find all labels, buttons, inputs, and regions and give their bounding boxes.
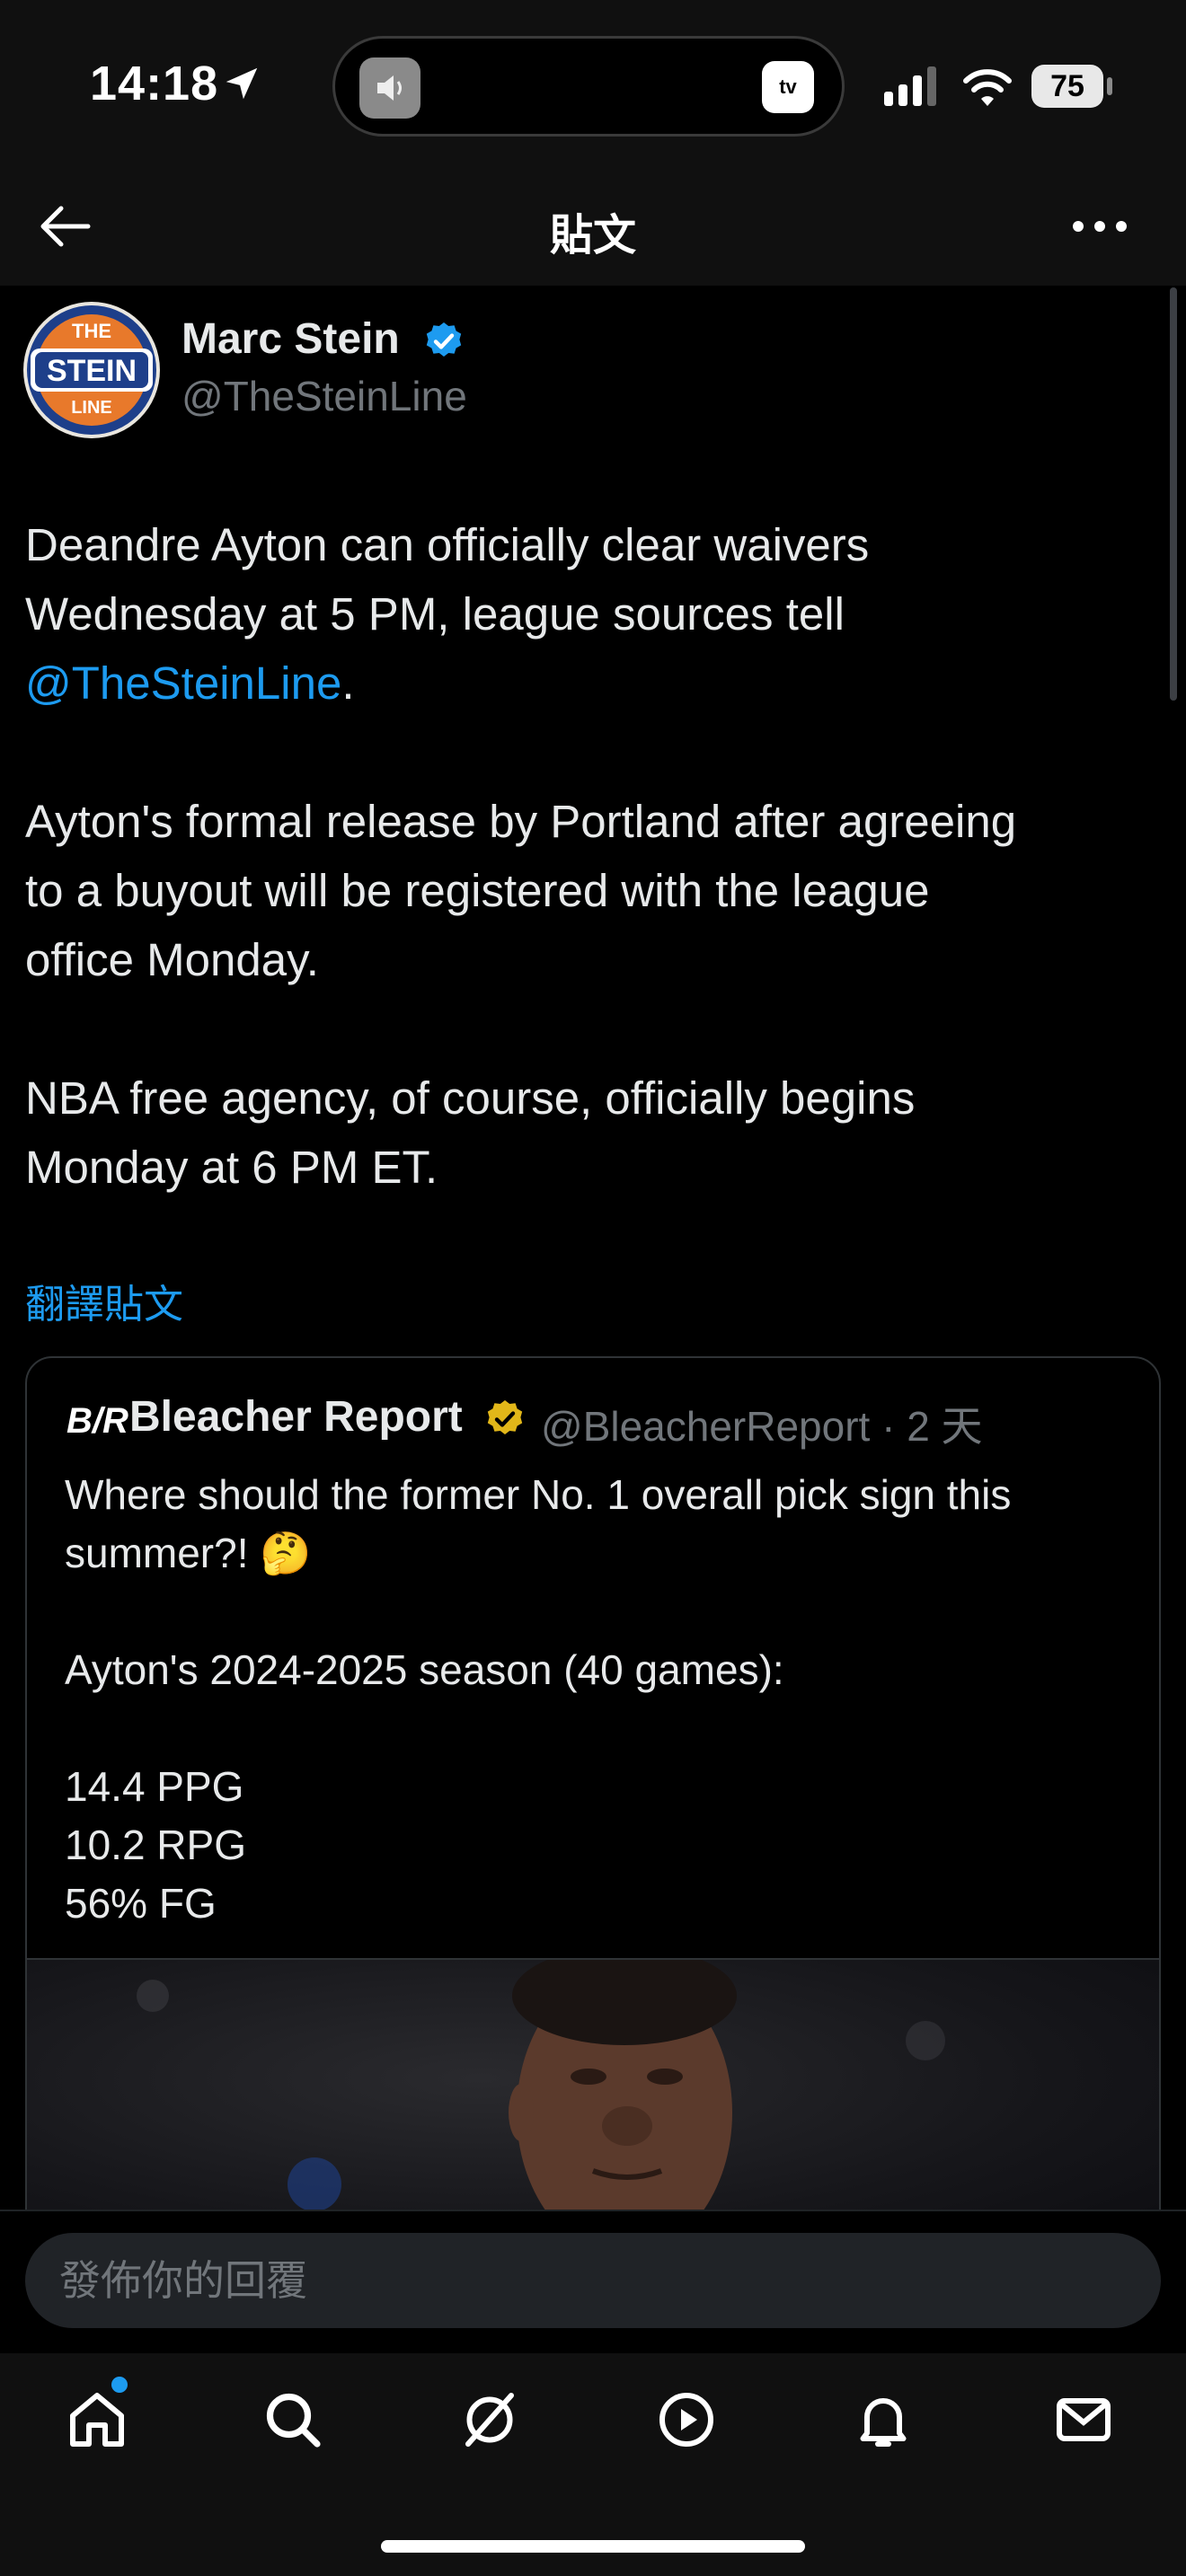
avatar-line-bottom: LINE [71,398,112,418]
battery-indicator: 75 [1031,65,1103,108]
quoted-text-line: Ayton's 2024-2025 season (40 games): [65,1646,784,1693]
home-indicator[interactable] [381,2540,805,2553]
wifi-icon [963,69,1012,106]
quoted-author-name[interactable]: Bleacher Report [129,1392,463,1442]
mention-link[interactable]: @TheSteinLine [25,657,341,709]
home-icon[interactable] [59,2382,135,2457]
notifications-icon[interactable] [845,2382,921,2457]
battery-tip [1107,77,1112,95]
avatar-line-middle: STEIN [47,354,137,388]
quoted-text-line: Where should the former No. 1 overall pi… [65,1471,1012,1518]
more-options-icon[interactable] [1067,208,1132,244]
back-arrow-icon[interactable] [34,199,97,253]
apple-tv-icon: tv [762,61,814,113]
tweet-text-line: Deandre Ayton can officially clear waive… [25,519,870,570]
avatar[interactable]: THE STEIN LINE [23,302,160,438]
video-icon[interactable] [649,2382,724,2457]
gold-verified-badge-icon [487,1400,523,1434]
verified-badge-icon[interactable] [422,320,465,363]
status-time: 14:18 [90,57,219,110]
location-arrow-icon [226,67,258,100]
bleacher-report-logo: B/R [66,1401,128,1441]
quoted-text-line: 56% FG [65,1880,217,1927]
scrollbar[interactable] [1170,287,1177,701]
quoted-text-line: summer?! 🤔 [65,1530,312,1576]
tweet-text-line: to a buyout will be registered with the … [25,865,930,916]
grok-icon[interactable] [452,2382,527,2457]
tweet-text-line: @TheSteinLine. [25,648,1166,718]
speaker-icon [359,57,420,119]
search-icon[interactable] [255,2382,331,2457]
tweet-text-line: Ayton's formal release by Portland after… [25,796,1017,847]
quoted-text-line: 14.4 PPG [65,1763,244,1810]
reply-input[interactable] [25,2233,1161,2328]
author-name[interactable]: Marc Stein [181,314,400,364]
messages-icon[interactable] [1046,2382,1121,2457]
tweet-text-line: office Monday. [25,934,319,985]
avatar-line-top: THE [72,320,111,342]
quoted-handle-and-time: @BleacherReport · 2 天 [541,1403,983,1450]
tweet-text-line: NBA free agency, of course, officially b… [25,1072,916,1124]
tweet-text-line: Monday at 6 PM ET. [25,1142,438,1193]
quoted-text-line: 10.2 RPG [65,1822,246,1868]
page-title: 貼文 [549,212,636,260]
cellular-signal-icon [884,66,936,106]
author-handle[interactable]: @TheSteinLine [181,372,467,420]
unread-dot [111,2377,128,2393]
tweet-text-line: Wednesday at 5 PM, league sources tell [25,588,845,640]
translate-post-link[interactable]: 翻譯貼文 [25,1272,183,1329]
tweet-text-punct: . [341,657,355,709]
